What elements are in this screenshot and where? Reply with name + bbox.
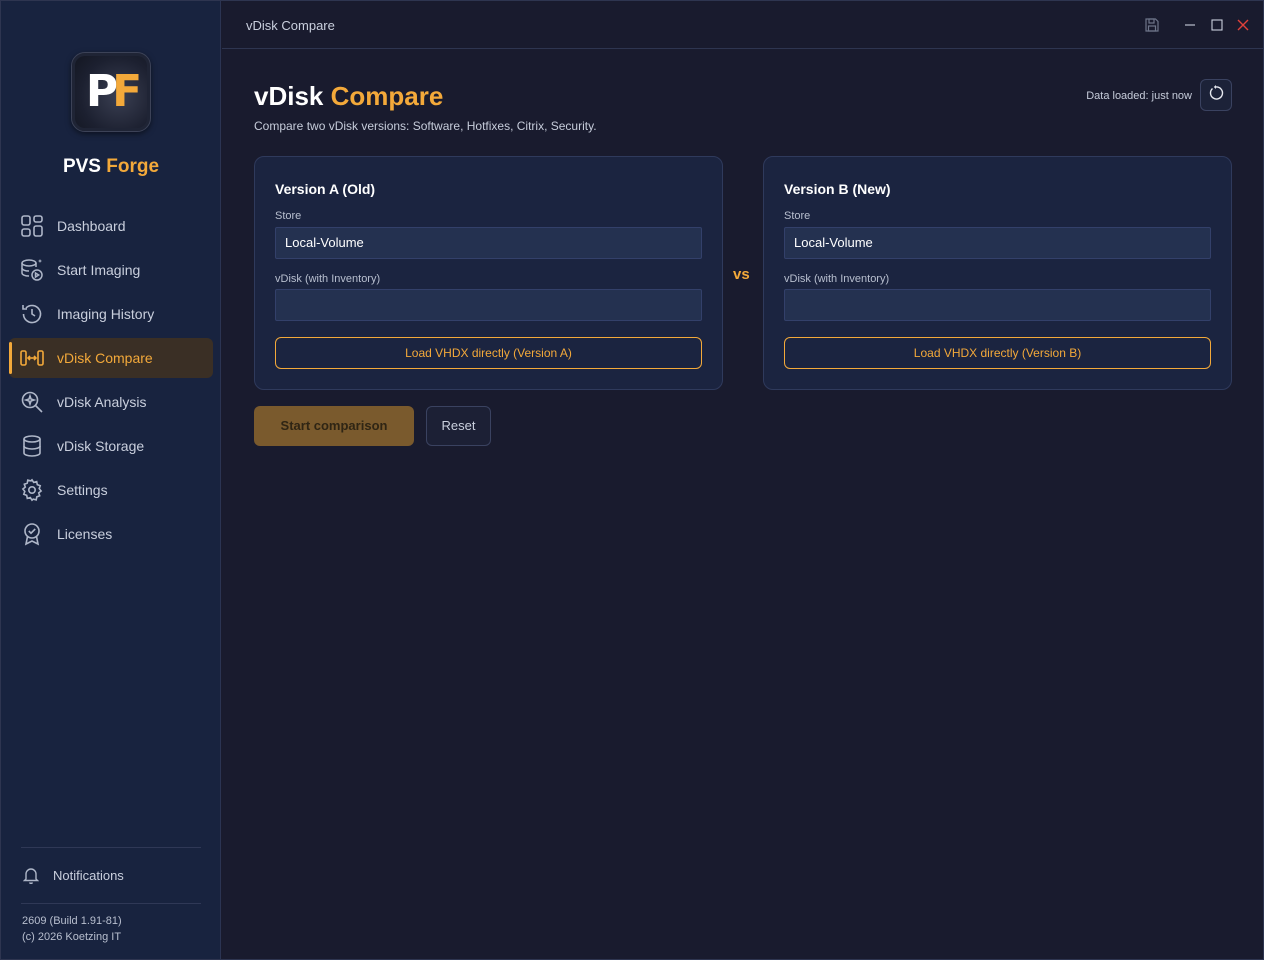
sidebar-item-settings[interactable]: Settings <box>9 470 213 510</box>
sidebar-item-start-imaging[interactable]: Start Imaging <box>9 250 213 290</box>
sidebar-item-label: Licenses <box>57 526 113 542</box>
main-content: vDisk Compare Compare two vDisk versions… <box>222 50 1264 959</box>
vs-label: vs <box>733 266 750 283</box>
sidebar-divider <box>21 903 201 904</box>
reset-button[interactable]: Reset <box>426 406 491 446</box>
logo-letter-f: F <box>112 66 142 117</box>
version-a-card: Version A (Old) Store Local-Volume vDisk… <box>254 156 723 390</box>
page-subtitle: Compare two vDisk versions: Software, Ho… <box>254 119 597 133</box>
history-icon <box>19 301 45 327</box>
title-bar: vDisk Compare <box>222 1 1264 49</box>
notifications-button[interactable]: Notifications <box>21 863 201 887</box>
sidebar-item-label: vDisk Compare <box>57 350 153 366</box>
gear-icon <box>19 477 45 503</box>
refresh-icon <box>1208 84 1224 106</box>
app-window: PF PVS Forge Dashboard Start Imaging Ima… <box>0 0 1264 960</box>
start-comparison-label: Start comparison <box>280 418 388 433</box>
brand-name: PVS Forge <box>1 156 221 178</box>
logo-letter-p: P <box>85 66 118 117</box>
close-button[interactable] <box>1233 15 1253 35</box>
dashboard-grid-icon <box>19 213 45 239</box>
sidebar-item-vdisk-storage[interactable]: vDisk Storage <box>9 426 213 466</box>
version-a-title: Version A (Old) <box>275 181 376 197</box>
version-copyright: (c) 2026 Koetzing IT <box>22 931 122 943</box>
version-b-card: Version B (New) Store Local-Volume vDisk… <box>763 156 1232 390</box>
page-title: vDisk Compare <box>254 81 443 112</box>
sidebar-item-imaging-history[interactable]: Imaging History <box>9 294 213 334</box>
bell-icon <box>21 866 41 884</box>
version-b-store-label: Store <box>784 210 811 222</box>
analysis-icon <box>19 389 45 415</box>
start-comparison-button[interactable]: Start comparison <box>254 406 414 446</box>
compare-icon <box>19 345 45 371</box>
sidebar-item-licenses[interactable]: Licenses <box>9 514 213 554</box>
sidebar-item-vdisk-compare[interactable]: vDisk Compare <box>9 338 213 378</box>
version-info: 2609 (Build 1.91-81) (c) 2026 Koetzing I… <box>22 913 122 945</box>
brand-name-part2: Forge <box>106 156 160 177</box>
version-a-store-select[interactable]: Local-Volume <box>275 227 702 259</box>
version-b-vdisk-select[interactable] <box>784 289 1211 321</box>
database-icon <box>19 433 45 459</box>
notifications-label: Notifications <box>53 867 124 883</box>
sidebar-item-label: Imaging History <box>57 306 155 322</box>
version-a-vdisk-select[interactable] <box>275 289 702 321</box>
sidebar-item-label: Start Imaging <box>57 262 141 278</box>
version-a-vdisk-label: vDisk (with Inventory) <box>275 273 381 285</box>
data-loaded-status: Data loaded: just now <box>1086 90 1192 102</box>
page-title-part2: Compare <box>330 81 444 111</box>
version-b-title: Version B (New) <box>784 181 891 197</box>
version-b-vdisk-label: vDisk (with Inventory) <box>784 273 890 285</box>
maximize-button[interactable] <box>1207 15 1227 35</box>
license-badge-icon <box>19 521 45 547</box>
sidebar-nav: Dashboard Start Imaging Imaging History … <box>9 206 213 558</box>
version-a-store-label: Store <box>275 210 302 222</box>
version-b-store-select[interactable]: Local-Volume <box>784 227 1211 259</box>
sidebar-item-dashboard[interactable]: Dashboard <box>9 206 213 246</box>
version-a-load-vhdx-button[interactable]: Load VHDX directly (Version A) <box>275 337 702 369</box>
sidebar-item-label: Settings <box>57 482 108 498</box>
minimize-button[interactable] <box>1180 15 1200 35</box>
start-imaging-icon <box>19 257 45 283</box>
brand-name-part1: PVS <box>62 156 101 177</box>
window-title: vDisk Compare <box>246 18 335 33</box>
refresh-button[interactable] <box>1200 79 1232 111</box>
version-b-load-vhdx-button[interactable]: Load VHDX directly (Version B) <box>784 337 1211 369</box>
save-icon[interactable] <box>1142 15 1162 35</box>
sidebar-item-vdisk-analysis[interactable]: vDisk Analysis <box>9 382 213 422</box>
sidebar: PF PVS Forge Dashboard Start Imaging Ima… <box>1 1 221 959</box>
page-title-part1: vDisk <box>254 81 324 111</box>
sidebar-item-label: Dashboard <box>57 218 126 234</box>
sidebar-item-label: vDisk Storage <box>57 438 145 454</box>
app-logo: PF <box>71 52 151 132</box>
sidebar-divider <box>21 847 201 848</box>
sidebar-item-label: vDisk Analysis <box>57 394 147 410</box>
version-build: 2609 (Build 1.91-81) <box>22 915 122 927</box>
